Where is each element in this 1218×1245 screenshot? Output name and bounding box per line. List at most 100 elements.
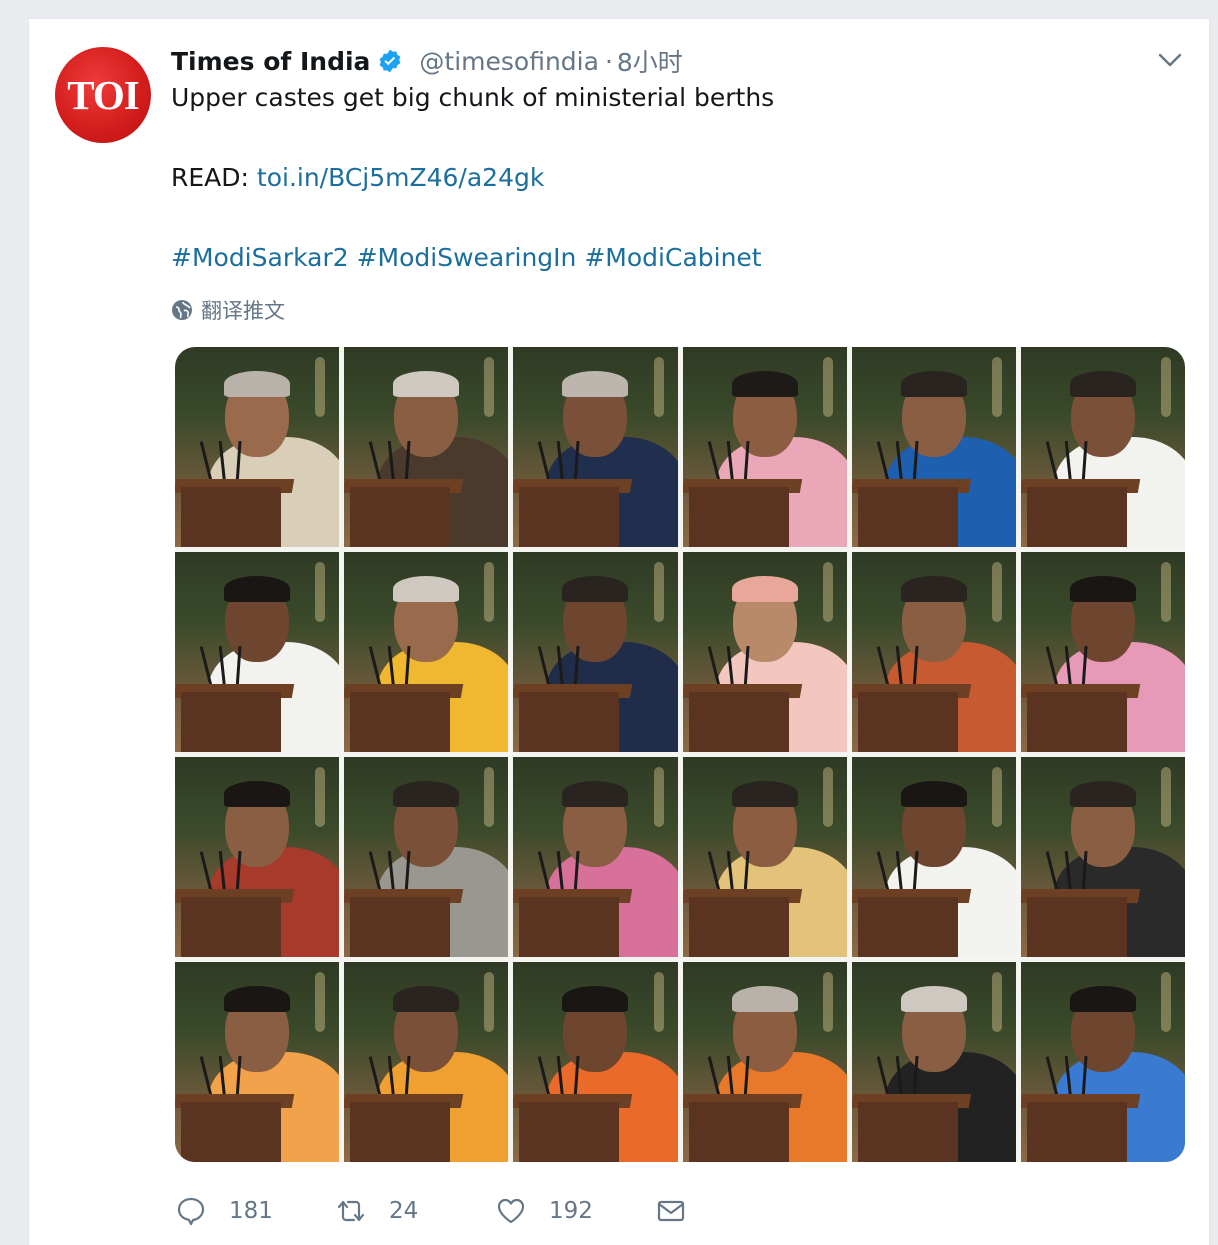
- verified-badge-icon: [377, 48, 403, 74]
- podium: [519, 1102, 620, 1162]
- podium: [688, 692, 789, 752]
- read-link[interactable]: toi.in/BCj5mZ46/a24gk: [257, 163, 544, 192]
- photo-tile: [851, 552, 1016, 752]
- person-hair: [562, 986, 629, 1012]
- chevron-down-icon[interactable]: [1157, 49, 1183, 71]
- lamp: [1161, 562, 1171, 622]
- photo-tile: [682, 347, 847, 547]
- photo-tile: [1020, 962, 1185, 1162]
- hashtag-modiswearingin[interactable]: #ModiSwearingIn: [357, 243, 577, 272]
- separator-dot: ·: [604, 46, 613, 76]
- podium: [181, 487, 281, 547]
- photo-tile: [175, 757, 340, 957]
- podium: [857, 897, 958, 957]
- lamp: [991, 972, 1002, 1032]
- tweet-photo[interactable]: [175, 347, 1185, 1162]
- lamp: [653, 767, 664, 827]
- lamp: [484, 767, 495, 827]
- tweet-header: Times of India @timesofindia · 8小时: [171, 43, 683, 79]
- lamp: [822, 357, 833, 417]
- tweet-card: TOI Times of India @timesofindia · 8小时 U…: [28, 18, 1210, 1245]
- podium: [181, 692, 281, 752]
- person-hair: [1069, 781, 1136, 807]
- translate-label: 翻译推文: [201, 299, 285, 323]
- reply-count: 181: [229, 1198, 273, 1224]
- retweet-button[interactable]: 24: [335, 1195, 495, 1227]
- person-hair: [1069, 576, 1136, 602]
- hashtags: #ModiSarkar2 #ModiSwearingIn #ModiCabine…: [171, 243, 762, 272]
- person-hair: [900, 576, 967, 602]
- reply-button[interactable]: 181: [175, 1195, 335, 1227]
- direct-message-button[interactable]: [655, 1195, 687, 1227]
- podium: [1026, 692, 1127, 752]
- person-hair: [731, 781, 798, 807]
- display-name[interactable]: Times of India: [171, 47, 370, 76]
- podium: [688, 897, 789, 957]
- person-hair: [224, 371, 291, 397]
- person-hair: [562, 781, 629, 807]
- photo-tile: [1020, 552, 1185, 752]
- person-hair: [731, 986, 798, 1012]
- photo-tile: [682, 552, 847, 752]
- person-hair: [562, 576, 629, 602]
- photo-tile: [513, 552, 678, 752]
- person-hair: [393, 576, 460, 602]
- person-hair: [731, 371, 798, 397]
- timestamp[interactable]: 8小时: [617, 43, 683, 79]
- lamp: [484, 972, 495, 1032]
- person-hair: [1069, 986, 1136, 1012]
- person-hair: [224, 986, 291, 1012]
- podium: [1026, 1102, 1127, 1162]
- mail-icon: [657, 1200, 685, 1222]
- person-hair: [731, 576, 798, 602]
- podium: [181, 897, 281, 957]
- globe-icon: [171, 299, 193, 321]
- podium: [350, 897, 451, 957]
- person-hair: [393, 986, 460, 1012]
- lamp: [1161, 767, 1171, 827]
- hashtag-modisarkar2[interactable]: #ModiSarkar2: [171, 243, 349, 272]
- podium: [519, 897, 620, 957]
- person-hair: [224, 576, 291, 602]
- lamp: [822, 767, 833, 827]
- like-count: 192: [549, 1198, 593, 1224]
- lamp: [315, 357, 326, 417]
- photo-tile: [851, 962, 1016, 1162]
- lamp: [484, 562, 495, 622]
- lamp: [991, 767, 1002, 827]
- podium: [688, 1102, 789, 1162]
- hashtag-modicabinet[interactable]: #ModiCabinet: [584, 243, 761, 272]
- person-hair: [393, 371, 460, 397]
- lamp: [1161, 972, 1171, 1032]
- photo-tile: [513, 962, 678, 1162]
- avatar[interactable]: TOI: [55, 47, 151, 143]
- podium: [181, 1102, 281, 1162]
- retweet-count: 24: [389, 1198, 419, 1224]
- lamp: [991, 562, 1002, 622]
- person-hair: [224, 781, 291, 807]
- lamp: [653, 562, 664, 622]
- like-button[interactable]: 192: [495, 1195, 655, 1227]
- photo-tile: [344, 552, 509, 752]
- read-label: READ:: [171, 163, 249, 192]
- translate-tweet-link[interactable]: 翻译推文: [171, 295, 285, 325]
- handle[interactable]: @timesofindia: [419, 47, 599, 76]
- photo-tile: [682, 757, 847, 957]
- podium: [857, 692, 958, 752]
- photo-tile: [175, 347, 340, 547]
- heart-icon: [497, 1198, 525, 1224]
- podium: [350, 692, 451, 752]
- person-hair: [900, 371, 967, 397]
- photo-tile: [513, 347, 678, 547]
- lamp: [1161, 357, 1171, 417]
- lamp: [822, 972, 833, 1032]
- podium: [857, 487, 958, 547]
- lamp: [991, 357, 1002, 417]
- podium: [350, 487, 451, 547]
- lamp: [822, 562, 833, 622]
- lamp: [653, 357, 664, 417]
- lamp: [315, 767, 326, 827]
- lamp: [315, 562, 326, 622]
- person-hair: [562, 371, 629, 397]
- podium: [688, 487, 789, 547]
